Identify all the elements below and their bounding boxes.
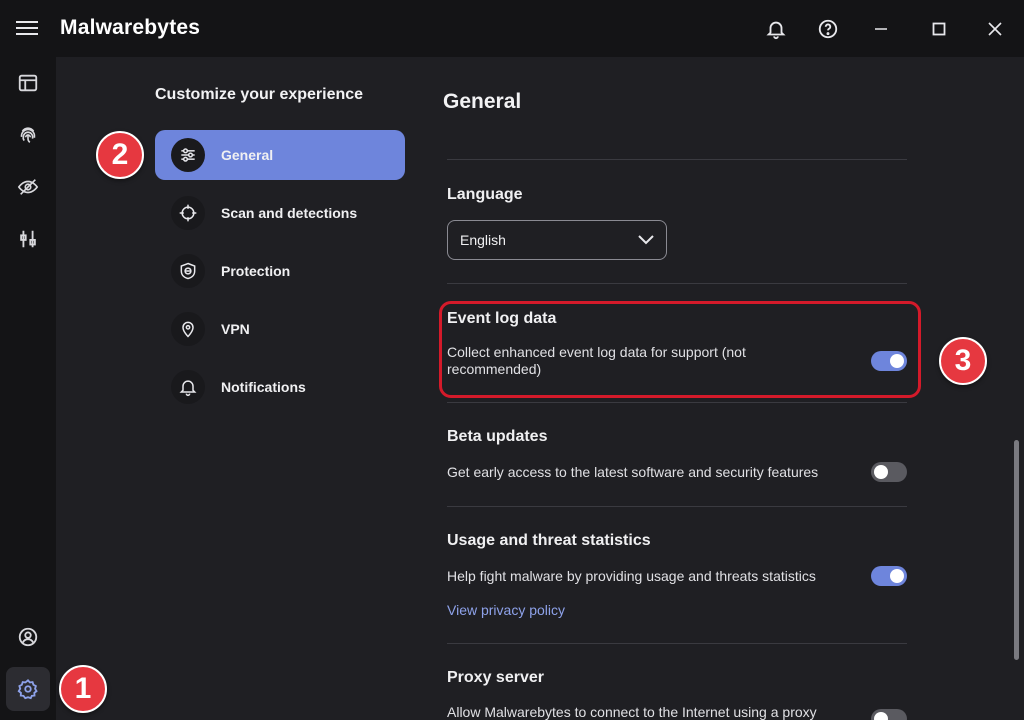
divider <box>447 159 907 160</box>
nav-item-protection[interactable]: Protection <box>155 246 405 296</box>
account-icon[interactable] <box>6 615 50 659</box>
divider <box>447 643 907 644</box>
proxy-server-toggle[interactable] <box>871 709 907 720</box>
menu-title: Customize your experience <box>155 86 364 103</box>
annotation-badge-2: 2 <box>96 131 144 179</box>
crosshair-icon <box>171 196 205 230</box>
logo-initial: M <box>60 16 78 39</box>
divider <box>447 506 907 507</box>
language-value: English <box>460 232 506 248</box>
malwarebytes-logo: Malwarebytes <box>60 14 200 42</box>
tools-icon[interactable] <box>6 217 50 261</box>
nav-item-vpn[interactable]: VPN <box>155 304 405 354</box>
close-icon[interactable] <box>980 14 1010 44</box>
nav-item-notifications[interactable]: Notifications <box>155 362 405 412</box>
usage-statistics-title: Usage and threat statistics <box>447 532 651 549</box>
nav-label: VPN <box>221 321 250 337</box>
minimize-icon[interactable] <box>866 14 896 44</box>
annotation-badge-1: 1 <box>59 665 107 713</box>
language-select[interactable]: English <box>447 220 667 260</box>
privacy-eye-slash-icon[interactable] <box>6 165 50 209</box>
usage-statistics-toggle[interactable] <box>871 566 907 586</box>
location-pin-icon <box>171 312 205 346</box>
usage-statistics-description: Help fight malware by providing usage an… <box>447 568 816 584</box>
dashboard-icon[interactable] <box>6 61 50 105</box>
chevron-down-icon <box>638 235 654 245</box>
hamburger-menu-icon[interactable] <box>14 17 40 41</box>
page-title: General <box>443 90 522 113</box>
shield-icon <box>171 254 205 288</box>
sliders-icon <box>171 138 205 172</box>
nav-label: Notifications <box>221 379 306 395</box>
help-icon[interactable] <box>813 14 843 44</box>
notifications-bell-icon[interactable] <box>761 14 791 44</box>
privacy-policy-link[interactable]: View privacy policy <box>447 602 565 618</box>
title-bar: Malwarebytes <box>0 0 1024 57</box>
nav-label: Protection <box>221 263 291 279</box>
divider <box>447 402 907 403</box>
fingerprint-icon[interactable] <box>6 113 50 157</box>
maximize-icon[interactable] <box>924 14 954 44</box>
nav-label: General <box>221 147 274 163</box>
divider <box>447 283 907 284</box>
scrollbar[interactable] <box>1014 440 1019 660</box>
beta-updates-title: Beta updates <box>447 428 548 445</box>
annotation-badge-3: 3 <box>939 337 987 385</box>
icon-sidebar <box>0 57 56 720</box>
nav-label: Scan and detections <box>221 205 358 221</box>
logo-rest: alwarebytes <box>77 16 201 39</box>
language-title: Language <box>447 186 523 203</box>
beta-updates-toggle[interactable] <box>871 462 907 482</box>
highlight-box <box>439 301 921 398</box>
beta-updates-description: Get early access to the latest software … <box>447 464 819 480</box>
nav-item-scan-detections[interactable]: Scan and detections <box>155 188 405 238</box>
proxy-server-title: Proxy server <box>447 669 544 686</box>
nav-item-general[interactable]: General <box>155 130 405 180</box>
settings-gear-icon[interactable] <box>6 667 50 711</box>
proxy-server-description: Allow Malwarebytes to connect to the Int… <box>447 704 817 720</box>
bell-icon <box>171 370 205 404</box>
